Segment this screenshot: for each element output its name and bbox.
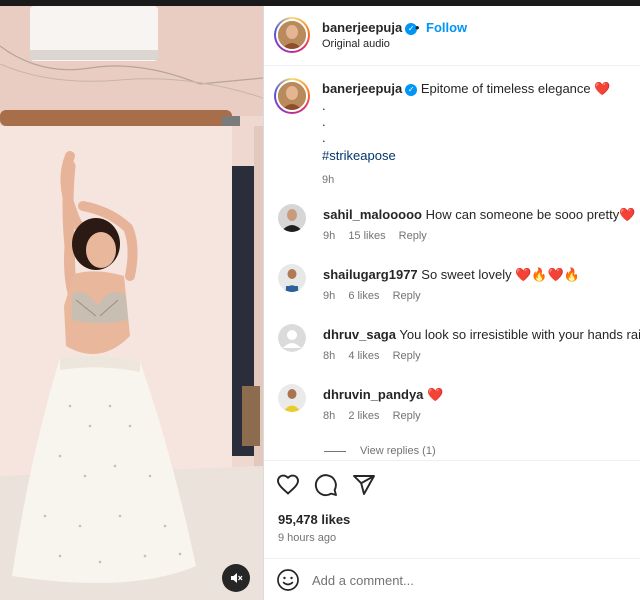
comment-body: How can someone be sooo pretty❤️ (425, 207, 636, 222)
view-replies-button[interactable]: View replies (1) (324, 445, 436, 457)
author-username[interactable]: banerjeepuja ✓ (322, 20, 418, 35)
add-comment-bar (264, 558, 640, 600)
reply-button[interactable]: Reply (393, 410, 421, 422)
commenter-avatar[interactable] (278, 204, 306, 232)
commenter-avatar[interactable] (278, 264, 306, 292)
author-avatar-image (278, 21, 306, 49)
comment-likes[interactable]: 15 likes (348, 230, 385, 242)
follow-button[interactable]: Follow (426, 20, 467, 35)
comment-icon[interactable] (314, 473, 338, 497)
comment-time[interactable]: 8h (323, 350, 335, 362)
caption-time[interactable]: 9h (322, 171, 640, 189)
caption-username[interactable]: banerjeepuja (322, 81, 402, 96)
audio-label[interactable]: Original audio (322, 38, 390, 50)
comment-body: So sweet lovely ❤️🔥❤️🔥 (421, 267, 580, 282)
comment-likes[interactable]: 6 likes (348, 290, 379, 302)
comment-likes[interactable]: 2 likes (348, 410, 379, 422)
reply-button[interactable]: Reply (393, 290, 421, 302)
caption-avatar[interactable] (274, 78, 310, 114)
comment-text: dhruv_saga You look so irresistible with… (323, 327, 640, 343)
heart-icon[interactable] (276, 473, 300, 497)
video-frame (0, 6, 263, 600)
comment-time[interactable]: 9h (323, 290, 335, 302)
comment-item: dhruvin_pandya ❤️ 8h 2 likes Reply (278, 384, 640, 434)
comment-text: dhruvin_pandya ❤️ (323, 387, 640, 403)
caption-dot-1: . (322, 98, 326, 113)
caption-avatar-image (278, 82, 306, 110)
comment-meta: 9h 6 likes Reply (323, 290, 431, 302)
mute-button[interactable] (222, 564, 250, 592)
verified-badge-icon: ✓ (405, 83, 418, 96)
default-avatar-icon (278, 324, 306, 352)
author-avatar[interactable] (274, 17, 310, 53)
comment-body: You look so irresistible with your hands… (399, 327, 640, 342)
comment-meta: 9h 15 likes Reply (323, 230, 437, 242)
caption-hashtag[interactable]: #strikeapose (322, 147, 640, 165)
view-replies-label: View replies (1) (360, 445, 436, 457)
comment-username[interactable]: dhruvin_pandya (323, 387, 423, 402)
caption-text: Epitome of timeless elegance (420, 81, 591, 96)
post-actions: 95,478 likes 9 hours ago (264, 460, 640, 560)
comment-text: sahil_malooooo How can someone be sooo p… (323, 207, 640, 223)
share-icon[interactable] (352, 473, 376, 497)
comment-item: dhruv_saga You look so irresistible with… (278, 324, 640, 374)
comment-text: shailugarg1977 So sweet lovely ❤️🔥❤️🔥 (323, 267, 640, 283)
comment-likes[interactable]: 4 likes (348, 350, 379, 362)
caption-heart-emoji: ❤️ (594, 81, 611, 96)
comment-username[interactable]: dhruv_saga (323, 327, 396, 342)
comment-item: sahil_malooooo How can someone be sooo p… (278, 204, 640, 254)
comment-input[interactable] (312, 569, 612, 591)
caption-dot-2: . (322, 114, 326, 129)
comment-time[interactable]: 8h (323, 410, 335, 422)
post-header: banerjeepuja ✓ • Follow Original audio (264, 6, 640, 66)
post-video[interactable] (0, 6, 263, 600)
reply-button[interactable]: Reply (399, 230, 427, 242)
comments-list[interactable]: banerjeepuja ✓ Epitome of timeless elegan… (264, 67, 640, 459)
mute-icon (231, 573, 243, 583)
post-side-panel: banerjeepuja ✓ • Follow Original audio ba… (264, 6, 640, 600)
caption-dot-3: . (322, 130, 326, 145)
reply-button[interactable]: Reply (393, 350, 421, 362)
comment-time[interactable]: 9h (323, 230, 335, 242)
replies-line (324, 450, 346, 452)
comment-username[interactable]: shailugarg1977 (323, 267, 418, 282)
likes-count[interactable]: 95,478 likes (278, 512, 350, 527)
comment-meta: 8h 2 likes Reply (323, 410, 431, 422)
commenter-avatar[interactable] (278, 324, 306, 352)
separator-dot: • (415, 20, 420, 35)
commenter-avatar[interactable] (278, 384, 306, 412)
emoji-icon[interactable] (276, 568, 300, 592)
comment-meta: 8h 4 likes Reply (323, 350, 431, 362)
comment-item: shailugarg1977 So sweet lovely ❤️🔥❤️🔥 9h… (278, 264, 640, 314)
comment-username[interactable]: sahil_malooooo (323, 207, 422, 222)
post-timestamp[interactable]: 9 hours ago (278, 532, 336, 544)
comment-body: ❤️ (427, 387, 444, 402)
